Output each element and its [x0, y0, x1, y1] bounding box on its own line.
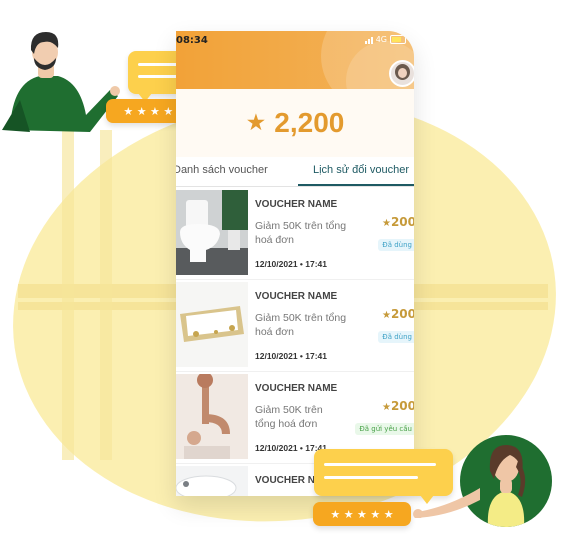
voucher-datetime: 12/10/2021 • 17:41 [255, 259, 327, 269]
points-value: 2,200 [274, 107, 345, 138]
voucher-points: ★200 [381, 399, 414, 413]
points-balance: ★ 2,200 [176, 89, 414, 157]
star-icon: ★ [381, 310, 391, 321]
voucher-points: ★200 [381, 307, 414, 321]
voucher-name: VOUCHER NAME [255, 291, 338, 302]
voucher-points: ★200 [381, 215, 414, 229]
rating-stars-badge: ★ ★ ★ ★ ★ [313, 502, 411, 526]
active-tab-indicator [298, 184, 414, 186]
status-badge: Đã dùng [378, 331, 414, 343]
voucher-description: Giảm 50K trên tổng hoá đơn [255, 404, 323, 430]
phone-screen: 08:34 4G ★ 2,200 Danh sách voucher Lịch … [176, 31, 414, 496]
voucher-description: Giảm 50K trên tổng hoá đơn [255, 312, 347, 338]
voucher-name: VOUCHER NAME [255, 383, 338, 394]
woman-arm [413, 488, 480, 518]
network-label: 4G [375, 35, 387, 44]
star-icon: ★ [245, 109, 267, 136]
app-header: 08:34 4G [176, 31, 414, 121]
status-bar-right: 4G [364, 35, 406, 44]
voucher-description: Giảm 50K trên tổng hoá đơn [255, 220, 347, 246]
status-time: 08:34 [176, 35, 208, 46]
voucher-name: VOUCHER NAME [255, 199, 338, 210]
faucet-image [176, 374, 248, 459]
sink-image [176, 282, 248, 367]
basin-image [176, 466, 248, 496]
status-badge: Đã gửi yêu cầu [355, 423, 414, 435]
background-bar [62, 130, 74, 460]
tab-voucher-list[interactable]: Danh sách voucher [176, 164, 268, 176]
star-icon: ★ [381, 218, 391, 229]
signal-icon [364, 36, 373, 44]
voucher-card[interactable]: VOUCHER NAME Giảm 50K trên tổng hoá đơn … [176, 280, 414, 372]
toilet-image [176, 190, 248, 275]
voucher-card[interactable]: VOUCHER NAME Giảm 50K trên tổng hoá đơn … [176, 188, 414, 280]
voucher-datetime: 12/10/2021 • 17:41 [255, 351, 327, 361]
background-bar [100, 130, 112, 460]
status-badge: Đã dùng [378, 239, 414, 251]
tab-voucher-history[interactable]: Lịch sử đổi voucher [313, 164, 409, 176]
user-avatar[interactable] [389, 60, 414, 87]
voucher-tabs: Danh sách voucher Lịch sử đổi voucher [176, 157, 414, 187]
battery-icon [390, 35, 406, 44]
star-icon: ★ [381, 402, 391, 413]
